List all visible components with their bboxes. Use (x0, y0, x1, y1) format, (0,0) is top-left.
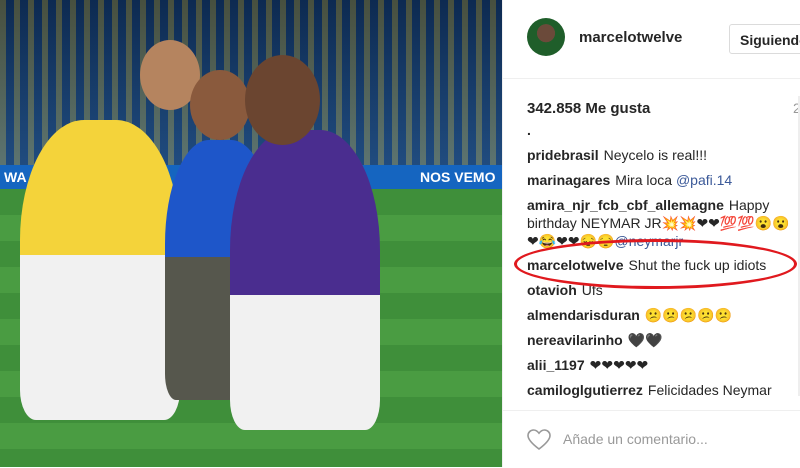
post-photo[interactable]: WA CUP NOS VEMO (0, 0, 502, 467)
comment-text: Felicidades Neymar (647, 382, 772, 398)
child-head (190, 70, 250, 140)
add-comment-input[interactable]: Añade un comentario... (563, 431, 708, 447)
following-button[interactable]: Siguiendo (729, 24, 800, 54)
comment-username[interactable]: amira_njr_fcb_cbf_allemagne (527, 197, 724, 213)
comment-text: 😕😕😕😕😕 (644, 307, 732, 323)
player-right-head (245, 55, 320, 145)
highlight-ring (514, 239, 797, 289)
banner-text-right: NOS VEMO (420, 169, 496, 185)
player-right-figure (230, 130, 380, 430)
header-username[interactable]: marcelotwelve (579, 29, 682, 46)
comment-username[interactable]: camiloglgutierrez (527, 382, 643, 398)
profile-avatar[interactable] (527, 18, 565, 56)
comment-username[interactable]: pridebrasil (527, 147, 599, 163)
comment-footer: Añade un comentario... (503, 410, 800, 468)
comment-item: camiloglgutierrez Felicidades Neymar (527, 381, 799, 400)
heart-icon[interactable] (527, 429, 551, 451)
comment-text: Mira loca (615, 172, 676, 188)
comment-username[interactable]: almendarisduran (527, 307, 640, 323)
comment-username[interactable]: alii_1197 (527, 357, 585, 373)
comment-item: nereavilarinho 🖤🖤 (527, 331, 799, 350)
post-header: marcelotwelve Siguiendo (503, 0, 800, 79)
comment-text: ❤❤❤❤❤ (589, 357, 649, 373)
comment-item: alii_1197 ❤❤❤❤❤ (527, 356, 799, 375)
post-side-panel: marcelotwelve Siguiendo 342.858 Me gusta… (502, 0, 800, 467)
comment-text: 🖤🖤 (627, 332, 663, 348)
comment-username[interactable]: marinagares (527, 172, 610, 188)
comment-mention[interactable]: @pafi.14 (676, 172, 732, 188)
comment-item: pridebrasil Neycelo is real!!! (527, 146, 799, 165)
player-left-figure (20, 120, 180, 420)
comment-item: marinagares Mira loca @pafi.14 (527, 171, 799, 190)
like-count[interactable]: 342.858 Me gusta (527, 100, 650, 117)
comment-username[interactable]: nereavilarinho (527, 332, 623, 348)
caption-dot: . (527, 122, 531, 138)
comment-item: almendarisduran 😕😕😕😕😕 (527, 306, 799, 325)
comment-username[interactable]: otavioh (527, 282, 577, 298)
comment-text: Neycelo is real!!! (603, 147, 708, 163)
